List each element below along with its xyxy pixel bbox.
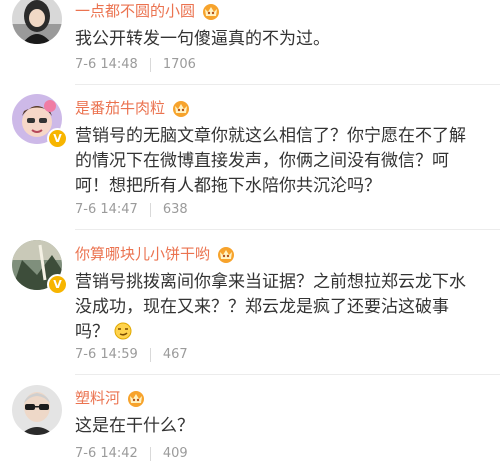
vip-crown-icon [218, 246, 235, 263]
like-count[interactable]: 1706 [163, 57, 196, 72]
username[interactable]: 塑料河 [75, 387, 120, 408]
comment-text-body: 营销号挑拨离间你拿来当证据？之前想拉郑云龙下水没成功，现在又来？？郑云龙是疯了还… [75, 272, 466, 342]
comment-date: 7-6 14:48 [75, 57, 138, 72]
divider [149, 202, 151, 217]
comment-text: 营销号挑拨离间你拿来当证据？之前想拉郑云龙下水没成功，现在又来？？郑云龙是疯了还… [75, 270, 475, 345]
vip-crown-icon [173, 100, 190, 117]
comment-text: 我公开转发一句傻逼真的不为过。 [75, 29, 330, 49]
divider [149, 57, 151, 72]
divider [75, 374, 500, 375]
comment-date: 7-6 14:47 [75, 202, 138, 217]
divider [149, 446, 151, 461]
comment-date: 7-6 14:59 [75, 347, 138, 362]
like-count[interactable]: 467 [163, 347, 188, 362]
verified-badge: V [47, 274, 68, 295]
divider [75, 229, 500, 230]
comment-date: 7-6 14:42 [75, 446, 138, 461]
smirk-emoji-icon [114, 322, 132, 340]
like-count[interactable]: 638 [163, 202, 188, 217]
divider [149, 347, 151, 362]
comment-text: 这是在干什么？ [75, 416, 194, 436]
vip-crown-icon [203, 3, 220, 20]
username[interactable]: 你算哪块儿小饼干哟 [75, 243, 210, 264]
divider [75, 84, 500, 85]
comment-text: 营销号的无脑文章你就这么相信了？你宁愿在不了解的情况下在微博直接发声，你俩之间没… [75, 126, 466, 196]
vip-crown-icon [128, 390, 145, 407]
username[interactable]: 是番茄牛肉粒 [75, 97, 165, 118]
avatar[interactable] [12, 385, 62, 435]
avatar[interactable] [12, 0, 62, 44]
username[interactable]: 一点都不圆的小圆 [75, 0, 195, 21]
like-count[interactable]: 409 [163, 446, 188, 461]
verified-badge: V [47, 128, 68, 149]
